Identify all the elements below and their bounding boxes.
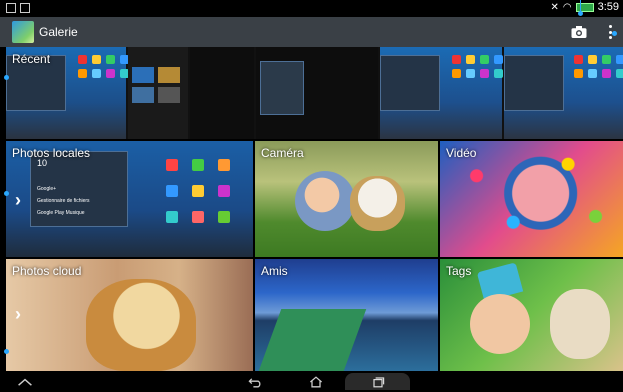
local-thumbnail-panel: 10 Google+ Gestionnaire de fichiers Goog… (30, 151, 128, 227)
chevron-right-icon[interactable]: › (15, 190, 21, 211)
panel-app-2: Gestionnaire de fichiers (37, 198, 90, 204)
local-photos-label: Photos locales (12, 146, 91, 160)
back-button[interactable] (245, 373, 265, 390)
thumbnail-image (550, 289, 610, 359)
recent-label: Récent (12, 52, 51, 66)
action-bar: Galerie (0, 17, 623, 47)
status-time: 3:59 (597, 1, 619, 13)
cloud-photos-album[interactable]: Photos cloud › (6, 259, 253, 371)
thumbnail-image (258, 309, 367, 371)
cloud-photos-label: Photos cloud (12, 264, 82, 278)
thumbnail-image (86, 279, 196, 371)
video-label: Vidéo (446, 146, 477, 160)
screenshot-icon (20, 3, 30, 13)
thumbnail-image (470, 294, 530, 354)
recent-thumbnail[interactable] (190, 47, 254, 139)
camera-icon (571, 26, 587, 38)
callout-dot (612, 31, 617, 36)
chevron-up-icon (18, 378, 32, 386)
wifi-icon: ◠ (562, 1, 572, 13)
recent-thumbnail[interactable] (128, 47, 188, 139)
tags-label: Tags (446, 264, 472, 278)
video-album[interactable]: Vidéo (440, 141, 623, 257)
callout-dot (578, 11, 583, 16)
camera-album[interactable]: Caméra (255, 141, 438, 257)
callout-dot (4, 191, 9, 196)
thumbnail-image (295, 171, 355, 231)
tags-album[interactable]: Tags (440, 259, 623, 371)
callout-dot (4, 75, 9, 80)
status-bar: ✕ ◠ 3:59 (0, 0, 623, 17)
friends-album[interactable]: Amis (255, 259, 438, 371)
recent-apps-icon (372, 376, 384, 387)
chevron-up-button[interactable] (15, 373, 35, 390)
gallery-app-icon[interactable] (12, 21, 34, 43)
back-icon (248, 377, 261, 387)
callout-dot (4, 349, 9, 354)
home-icon (309, 375, 323, 387)
recent-apps-button[interactable] (345, 373, 410, 390)
recent-album[interactable]: Récent (6, 47, 623, 139)
recent-thumbnail[interactable] (256, 47, 378, 139)
home-button[interactable] (305, 373, 327, 390)
camera-button[interactable] (570, 23, 588, 41)
chevron-right-icon[interactable]: › (15, 304, 21, 325)
app-title: Galerie (39, 25, 78, 39)
recent-thumbnail[interactable] (380, 47, 503, 139)
navigation-bar (0, 371, 623, 392)
notification-icons (6, 3, 30, 13)
thumbnail-image (350, 176, 405, 231)
panel-app-1: Google+ (37, 186, 57, 192)
friends-label: Amis (261, 264, 288, 278)
notification-icon (6, 3, 16, 13)
camera-label: Caméra (261, 146, 304, 160)
overflow-menu-icon (608, 25, 612, 28)
battery-icon (575, 2, 594, 12)
system-indicators: ✕ ◠ 3:59 (550, 1, 619, 13)
panel-app-3: Google Play Musique (37, 210, 85, 216)
mute-icon: ✕ (550, 1, 559, 13)
recent-thumbnail[interactable] (504, 47, 623, 139)
local-photos-album[interactable]: 10 Google+ Gestionnaire de fichiers Goog… (6, 141, 253, 257)
